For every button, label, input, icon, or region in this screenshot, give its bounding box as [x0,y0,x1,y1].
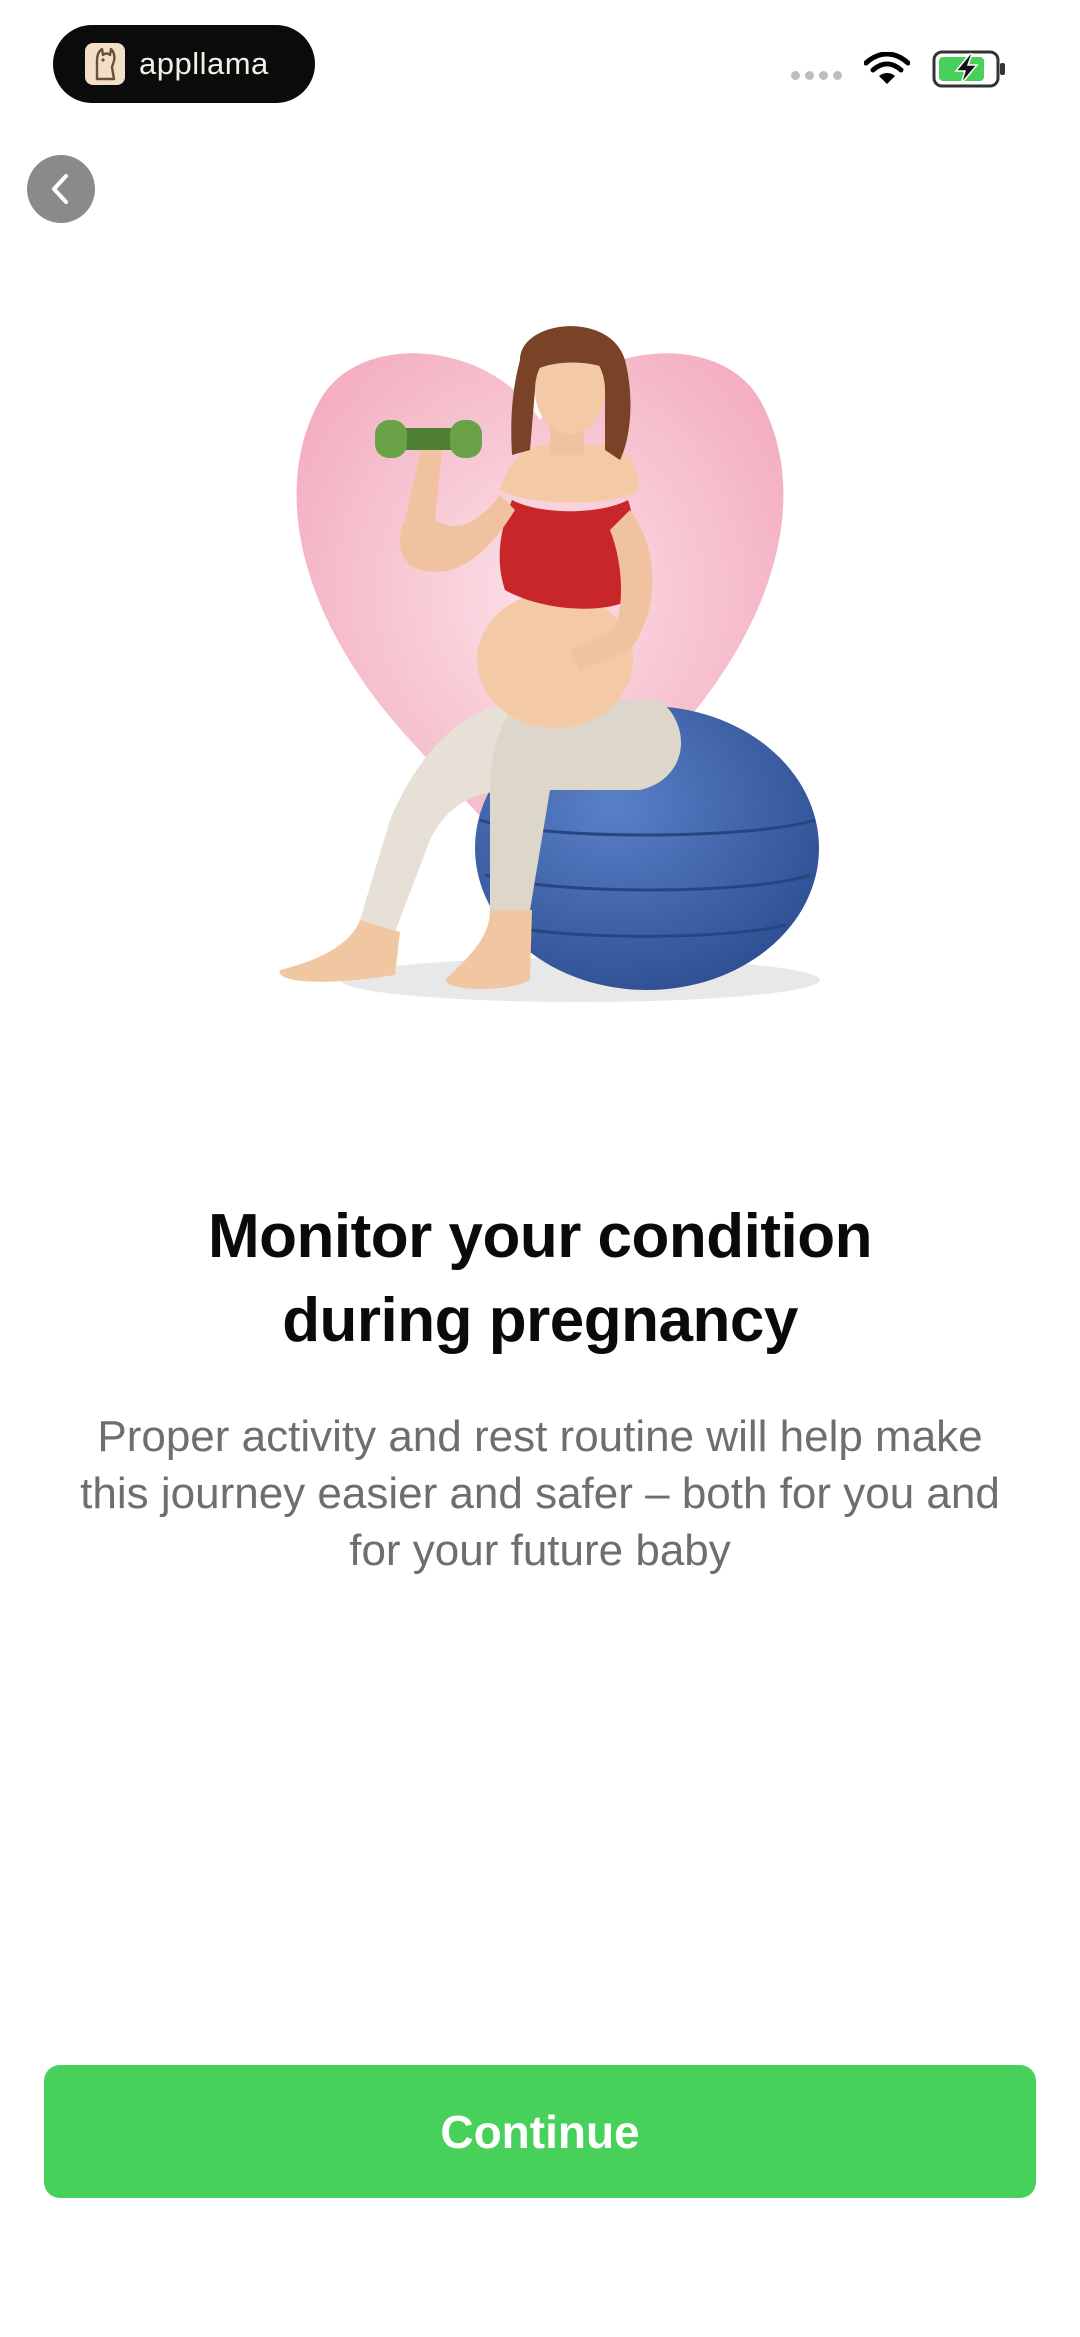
brand-name: appllama [139,46,269,81]
continue-button[interactable]: Continue [44,2065,1036,2198]
page-title: Monitor your condition during pregnancy [60,1195,1020,1363]
battery-charging-icon [932,50,1005,88]
title-line-1: Monitor your condition [207,1202,873,1271]
back-button[interactable] [27,155,95,223]
status-icons [791,50,1008,88]
subtitle-line-2: this journey easier and safer – both for… [80,1469,1000,1518]
pregnant-woman-exercising-illustration [279,326,820,1002]
page-description: Proper activity and rest routine will he… [30,1408,1050,1579]
continue-button-label: Continue [440,2105,640,2158]
title-line-2: during pregnancy [282,1286,798,1355]
wifi-icon [864,52,910,84]
llama-logo-icon [85,43,125,85]
dumbbell [375,420,407,458]
belly [477,592,633,728]
onboarding-screen: appllama Monitor your condition during p… [0,0,1080,2337]
chevron-left-icon [52,174,68,204]
cellular-signal-icon [791,70,842,80]
red-top [499,500,637,609]
brand-pill: appllama [53,25,315,103]
subtitle-line-1: Proper activity and rest routine will he… [97,1412,983,1461]
subtitle-line-3: for your future baby [349,1526,731,1575]
